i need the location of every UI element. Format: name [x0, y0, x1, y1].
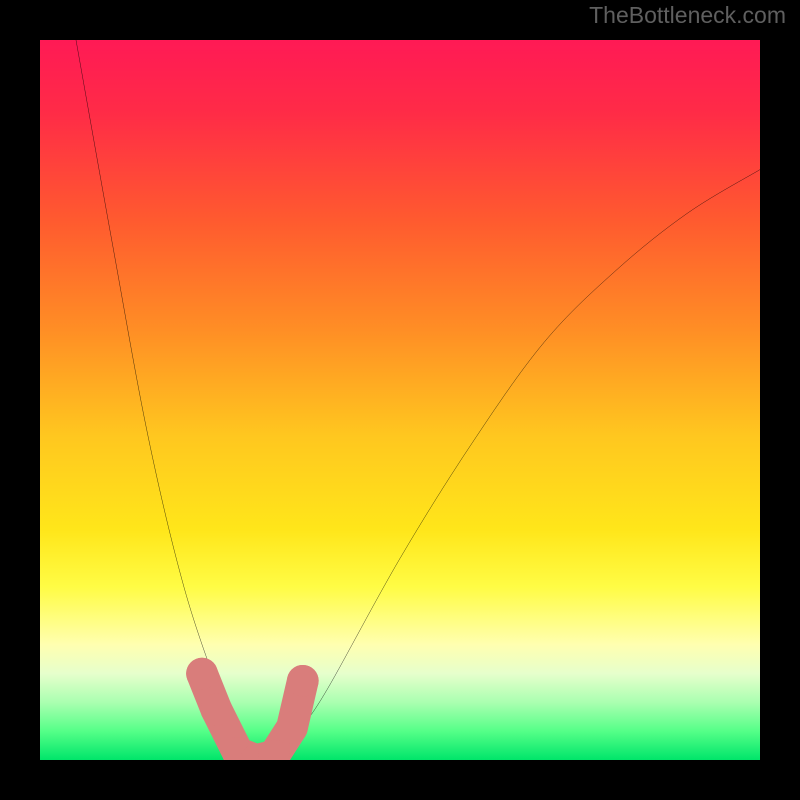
plot-area	[40, 40, 760, 760]
gradient-background	[40, 40, 760, 760]
chart-frame: TheBottleneck.com	[0, 0, 800, 800]
watermark: TheBottleneck.com	[589, 2, 786, 29]
